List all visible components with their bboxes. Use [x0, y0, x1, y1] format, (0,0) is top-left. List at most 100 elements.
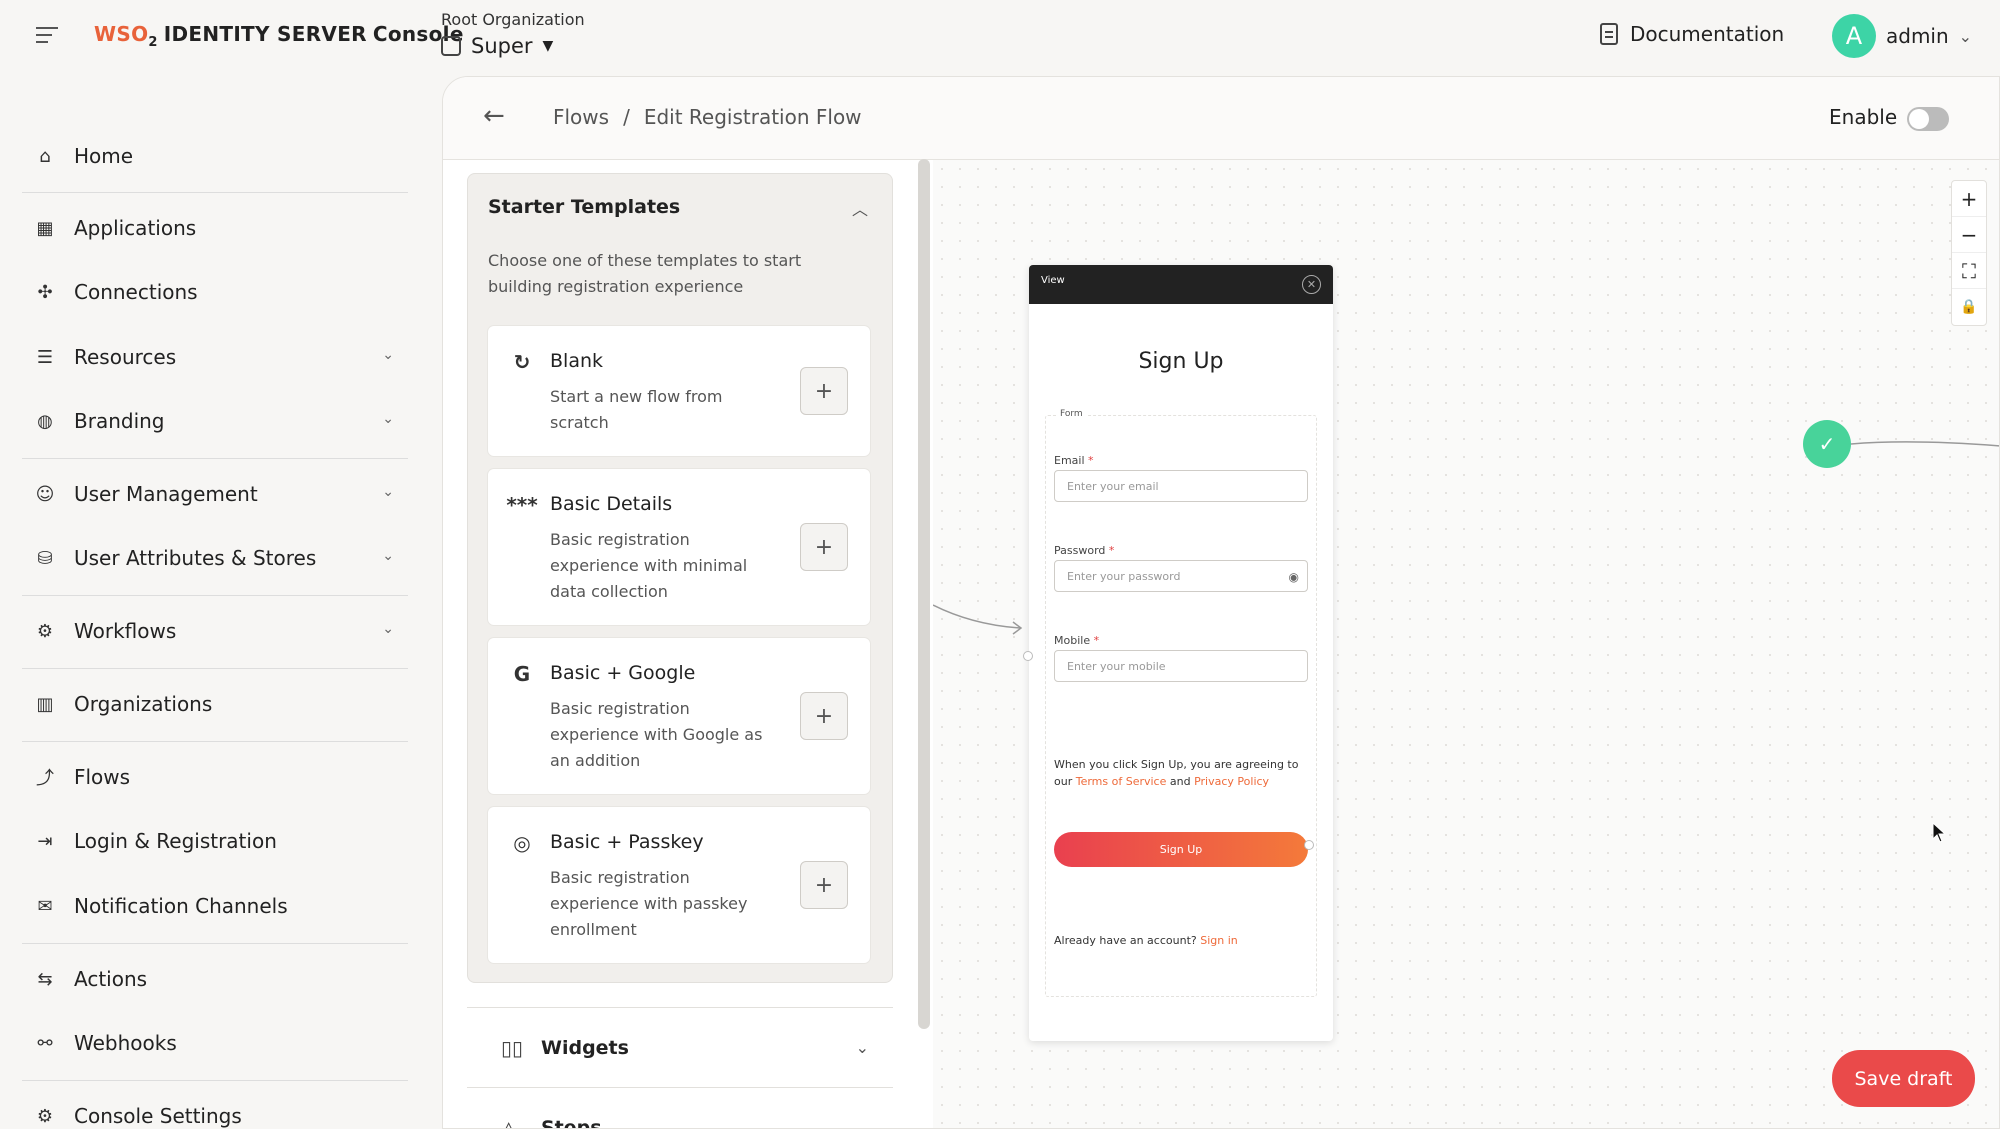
- palette-icon: ◍: [37, 410, 53, 432]
- documentation-link[interactable]: Documentation: [1600, 22, 1784, 46]
- fit-view-button[interactable]: ⛶: [1952, 253, 1986, 289]
- template-card-basic-google[interactable]: G Basic + Google Basic registration expe…: [488, 638, 870, 794]
- check-icon: ✓: [1818, 432, 1836, 456]
- divider: [22, 192, 408, 193]
- flow-canvas[interactable]: + − ⛶ 🔒 View ✕ Sign Up Form Email * Ente…: [933, 160, 1999, 1128]
- breadcrumb: Flows / Edit Registration Flow: [553, 105, 862, 129]
- breadcrumb-current: Edit Registration Flow: [643, 105, 862, 129]
- actions-icon: ⇆: [37, 968, 53, 990]
- product-logo[interactable]: WSO2 IDENTITY SERVER Console: [94, 22, 464, 50]
- template-card-blank[interactable]: ↻ Blank Start a new flow from scratch +: [488, 326, 870, 456]
- sidebar-item-console-settings[interactable]: ⚙ Console Settings: [34, 1096, 394, 1129]
- sidebar-item-login-registration[interactable]: ⇥ Login & Registration: [34, 821, 394, 861]
- signin-prompt: Already have an account? Sign in: [1054, 934, 1238, 947]
- lock-button[interactable]: 🔒: [1952, 289, 1986, 325]
- zoom-in-button[interactable]: +: [1952, 181, 1986, 217]
- page-header: ← Flows / Edit Registration Flow Enable: [443, 77, 1999, 160]
- button-output-port[interactable]: [1304, 840, 1314, 850]
- gear-icon: ⚙: [36, 1105, 54, 1127]
- sidebar-item-webhooks[interactable]: ⚯ Webhooks: [34, 1023, 394, 1063]
- documentation-label: Documentation: [1630, 22, 1785, 46]
- consent-text: When you click Sign Up, you are agreeing…: [1054, 758, 1299, 788]
- close-icon[interactable]: ✕: [1302, 275, 1321, 294]
- menu-icon[interactable]: [36, 27, 58, 47]
- template-card-basic-passkey[interactable]: ◎ Basic + Passkey Basic registration exp…: [488, 807, 870, 963]
- chevron-down-icon: ⌄: [382, 484, 394, 500]
- sidebar-item-user-attributes[interactable]: ⛁ User Attributes & Stores ⌄: [34, 538, 394, 578]
- template-name: Basic + Google: [550, 662, 696, 684]
- document-icon: [1600, 23, 1618, 45]
- org-switcher[interactable]: Super ▼: [441, 34, 553, 58]
- org-switch-icon: [441, 36, 461, 56]
- terms-link[interactable]: Terms of Service: [1076, 775, 1167, 788]
- toggle-knob: [1909, 109, 1929, 129]
- divider: [22, 1080, 408, 1081]
- end-node[interactable]: ✓: [1803, 420, 1851, 468]
- chevron-down-icon: ⌄: [855, 1038, 869, 1057]
- add-template-button[interactable]: +: [800, 692, 848, 740]
- enable-toggle[interactable]: [1907, 107, 1949, 131]
- mobile-field[interactable]: Enter your mobile: [1054, 650, 1308, 682]
- signup-title: Sign Up: [1138, 349, 1224, 374]
- breadcrumb-flows[interactable]: Flows: [553, 105, 609, 129]
- workflow-icon: ⚙: [36, 620, 54, 642]
- connections-icon: ✣: [37, 281, 53, 303]
- logo-wso: WSO2: [94, 22, 158, 50]
- home-icon: ⌂: [39, 145, 51, 167]
- main-panel: ← Flows / Edit Registration Flow Enable …: [442, 76, 2000, 1129]
- avatar: A: [1832, 14, 1876, 58]
- zoom-out-button[interactable]: −: [1952, 217, 1986, 253]
- database-icon: ⛁: [37, 547, 53, 569]
- template-card-basic-details[interactable]: *** Basic Details Basic registration exp…: [488, 469, 870, 625]
- signin-link[interactable]: Sign in: [1200, 934, 1238, 947]
- sidebar-item-organizations[interactable]: ▥ Organizations: [34, 684, 394, 724]
- chevron-down-icon: ⌄: [382, 411, 394, 427]
- view-node[interactable]: View ✕ Sign Up Form Email * Enter your e…: [1023, 265, 1333, 1041]
- back-arrow-icon[interactable]: ←: [483, 101, 505, 131]
- sidebar-item-applications[interactable]: ▦ Applications: [34, 208, 394, 248]
- sidebar-item-connections[interactable]: ✣ Connections: [34, 272, 394, 312]
- widgets-icon: ▯▯: [501, 1035, 524, 1060]
- user-name: admin: [1886, 24, 1949, 48]
- view-node-header: View ✕: [1029, 265, 1333, 304]
- eye-icon[interactable]: ◉: [1289, 570, 1299, 584]
- resources-icon: ☰: [36, 346, 54, 368]
- template-description: Basic registration experience with passk…: [550, 868, 748, 939]
- view-input-port[interactable]: [1023, 651, 1033, 661]
- incoming-edge: [933, 604, 1023, 635]
- panel-title: Starter Templates: [488, 196, 681, 218]
- steps-accordion[interactable]: ◬ Steps ⌄: [467, 1087, 893, 1128]
- sidebar-item-flows[interactable]: ⤴ Flows: [34, 757, 394, 797]
- building-icon: ▥: [36, 693, 54, 715]
- chevron-up-icon[interactable]: ︿: [852, 196, 868, 220]
- add-template-button[interactable]: +: [800, 367, 848, 415]
- grid-icon: ▦: [36, 217, 54, 239]
- widgets-accordion[interactable]: ▯▯ Widgets ⌄: [467, 1007, 893, 1087]
- google-icon: G: [513, 662, 531, 686]
- email-label: Email *: [1054, 454, 1094, 467]
- chevron-down-icon: ⌄: [382, 548, 394, 564]
- password-field[interactable]: Enter your password ◉: [1054, 560, 1308, 592]
- top-bar: WSO2 IDENTITY SERVER Console Root Organi…: [0, 0, 2000, 76]
- webhook-icon: ⚯: [37, 1032, 53, 1054]
- sidebar-item-workflows[interactable]: ⚙ Workflows ⌄: [34, 611, 394, 651]
- sidebar-item-notification-channels[interactable]: ✉ Notification Channels: [34, 886, 394, 926]
- user-menu[interactable]: A admin ⌄: [1832, 14, 1972, 58]
- sidebar-item-branding[interactable]: ◍ Branding ⌄: [34, 401, 394, 441]
- sidebar-item-user-management[interactable]: ☺ User Management ⌄: [34, 474, 394, 514]
- divider: [22, 943, 408, 944]
- sidebar-item-home[interactable]: ⌂ Home: [34, 136, 394, 176]
- template-description: Start a new flow from scratch: [550, 387, 723, 432]
- save-draft-button[interactable]: Save draft: [1832, 1050, 1975, 1107]
- add-template-button[interactable]: +: [800, 861, 848, 909]
- mobile-label: Mobile *: [1054, 634, 1100, 647]
- chevron-down-icon: ⌄: [382, 621, 394, 637]
- privacy-link[interactable]: Privacy Policy: [1194, 775, 1269, 788]
- divider: [22, 668, 408, 669]
- add-template-button[interactable]: +: [800, 523, 848, 571]
- panel-scrollbar[interactable]: [918, 159, 930, 1029]
- signup-button[interactable]: Sign Up: [1054, 832, 1308, 867]
- sidebar-item-actions[interactable]: ⇆ Actions: [34, 959, 394, 999]
- email-field[interactable]: Enter your email: [1054, 470, 1308, 502]
- sidebar-item-resources[interactable]: ☰ Resources ⌄: [34, 337, 394, 377]
